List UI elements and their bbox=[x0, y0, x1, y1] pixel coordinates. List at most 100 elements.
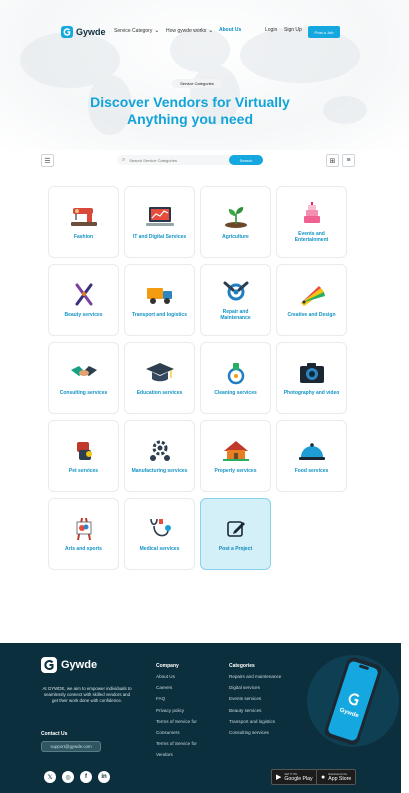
post-project-label: Post a Project bbox=[218, 546, 253, 552]
filter-button[interactable]: ☰ bbox=[41, 154, 54, 167]
footer-link[interactable]: FAQ bbox=[156, 696, 197, 702]
facebook-icon[interactable]: f bbox=[80, 771, 92, 783]
category-card-creative[interactable]: Creative and Design bbox=[276, 264, 347, 336]
stethoscope-icon bbox=[149, 518, 171, 537]
social-links: 𝕏 ◎ f in bbox=[44, 771, 110, 783]
signup-link[interactable]: Sign Up bbox=[284, 27, 302, 33]
category-card-transport[interactable]: Transport and logistics bbox=[124, 264, 195, 336]
color-swatch-icon bbox=[300, 286, 325, 306]
contact-email[interactable]: support@gywde.com bbox=[41, 741, 101, 752]
delivery-truck-icon bbox=[146, 288, 172, 304]
google-play-button[interactable]: ▶ GET IT ON Google Play bbox=[271, 769, 318, 785]
footer-link[interactable]: About Us bbox=[156, 674, 197, 680]
apple-icon: ● bbox=[321, 773, 326, 781]
footer-brand-name: Gywde bbox=[61, 659, 98, 671]
category-card-fashion[interactable]: Fashion bbox=[48, 186, 119, 258]
page-title-line-1: Discover Vendors for Virtually bbox=[90, 94, 290, 110]
category-label: Events and Entertainment bbox=[294, 231, 329, 243]
category-card-consulting[interactable]: Consulting services bbox=[48, 342, 119, 414]
footer-link[interactable]: Repairs and maintenance bbox=[229, 674, 281, 680]
plant-sprout-icon bbox=[224, 207, 247, 228]
company-heading: Company bbox=[156, 663, 179, 669]
category-label: Creative and Design bbox=[287, 312, 336, 318]
category-card-events[interactable]: Events and Entertainment bbox=[276, 186, 347, 258]
logo-icon bbox=[61, 26, 73, 38]
category-label: Beauty services bbox=[64, 312, 103, 318]
filter-icon: ☰ bbox=[44, 157, 51, 165]
category-card-arts[interactable]: Arts and sports bbox=[48, 498, 119, 570]
google-play-icon: ▶ bbox=[276, 774, 282, 781]
nav-how-it-works[interactable]: How gywde works ⌄ bbox=[166, 27, 213, 35]
footer-link[interactable]: Terms of Service for bbox=[156, 719, 197, 725]
food-cloche-icon bbox=[298, 443, 325, 460]
sewing-machine-icon bbox=[70, 208, 97, 226]
footer-link[interactable]: Privacy policy bbox=[156, 708, 197, 714]
post-job-button[interactable]: Post a Job bbox=[308, 26, 340, 38]
nav-link-label: Service Category bbox=[114, 27, 153, 34]
category-card-it[interactable]: IT and Digital Services bbox=[124, 186, 195, 258]
section-badge: Service Categories bbox=[172, 79, 222, 88]
footer-link[interactable]: Consulting services bbox=[229, 730, 281, 736]
category-label: Repair and Maintenance bbox=[220, 309, 251, 321]
category-card-beauty[interactable]: Beauty services bbox=[48, 264, 119, 336]
wrench-gear-icon bbox=[223, 281, 248, 301]
category-label: Photography and video bbox=[283, 390, 340, 396]
category-label: Medical services bbox=[139, 546, 180, 552]
category-card-repair[interactable]: Repair and Maintenance bbox=[200, 264, 271, 336]
footer: Gywde At GYWDE, we aim to empower indivi… bbox=[0, 643, 401, 793]
easel-icon bbox=[76, 517, 91, 541]
category-card-education[interactable]: Education services bbox=[124, 342, 195, 414]
app-store-button[interactable]: ● Download on the App Store bbox=[316, 769, 357, 785]
category-card-manufacturing[interactable]: Manufacturing services bbox=[124, 420, 195, 492]
category-card-property[interactable]: Property services bbox=[200, 420, 271, 492]
category-card-photography[interactable]: Photography and video bbox=[276, 342, 347, 414]
category-label: Fashion bbox=[73, 234, 94, 240]
category-label: IT and Digital Services bbox=[132, 234, 187, 240]
category-card-cleaning[interactable]: Cleaning services bbox=[200, 342, 271, 414]
post-project-card[interactable]: Post a Project bbox=[200, 498, 271, 570]
footer-link[interactable]: Digital services bbox=[229, 685, 281, 691]
footer-link[interactable]: Beauty services bbox=[229, 708, 281, 714]
house-icon bbox=[222, 441, 249, 461]
instagram-icon[interactable]: ◎ bbox=[62, 771, 74, 783]
footer-link[interactable]: Consumers bbox=[156, 730, 197, 736]
footer-link[interactable]: Events services bbox=[229, 696, 281, 702]
category-links: Repairs and maintenance Digital services… bbox=[229, 674, 281, 736]
footer-link[interactable]: Careers bbox=[156, 685, 197, 691]
factory-gear-icon bbox=[149, 440, 170, 461]
grid-view-toggle[interactable]: ⊞ bbox=[326, 154, 339, 167]
beauty-tools-icon bbox=[75, 283, 92, 306]
footer-link[interactable]: Transport and logistics bbox=[229, 719, 281, 725]
search-button[interactable]: Search bbox=[229, 155, 263, 165]
login-link[interactable]: Login bbox=[265, 27, 277, 33]
camera-icon bbox=[299, 363, 324, 383]
footer-link[interactable]: Vendors bbox=[156, 752, 197, 758]
phone-mockup-illustration: Gywde bbox=[307, 655, 399, 747]
signup-label: Sign Up bbox=[284, 27, 302, 33]
x-twitter-icon[interactable]: 𝕏 bbox=[44, 771, 56, 783]
nav-about-us[interactable]: About Us bbox=[219, 27, 241, 33]
search-icon: ⌕ bbox=[122, 156, 126, 163]
company-links: About Us Careers FAQ Privacy policy Term… bbox=[156, 674, 197, 758]
footer-brand-logo[interactable]: Gywde bbox=[41, 657, 97, 673]
login-label: Login bbox=[265, 27, 278, 33]
category-label: Pet services bbox=[68, 468, 99, 474]
categories-heading: Categories bbox=[229, 663, 255, 669]
category-card-pet[interactable]: Pet services bbox=[48, 420, 119, 492]
category-card-agriculture[interactable]: Agriculture bbox=[200, 186, 271, 258]
category-card-medical[interactable]: Medical services bbox=[124, 498, 195, 570]
footer-link[interactable]: Terms of Service for bbox=[156, 741, 197, 747]
brand-logo[interactable]: Gywde bbox=[61, 24, 106, 40]
list-view-icon: ≡ bbox=[346, 157, 351, 164]
nav-service-category[interactable]: Service Category ⌄ bbox=[114, 27, 160, 35]
category-label: Transport and logistics bbox=[131, 312, 187, 318]
search-input[interactable] bbox=[129, 157, 220, 163]
chevron-down-icon: ⌄ bbox=[154, 28, 160, 34]
linkedin-icon[interactable]: in bbox=[98, 771, 110, 783]
category-card-food[interactable]: Food services bbox=[276, 420, 347, 492]
edit-icon bbox=[226, 521, 245, 537]
category-label: Consulting services bbox=[59, 390, 108, 396]
grid-view-icon: ⊞ bbox=[329, 157, 336, 165]
list-view-toggle[interactable]: ≡ bbox=[342, 154, 355, 167]
logo-icon bbox=[41, 657, 57, 673]
